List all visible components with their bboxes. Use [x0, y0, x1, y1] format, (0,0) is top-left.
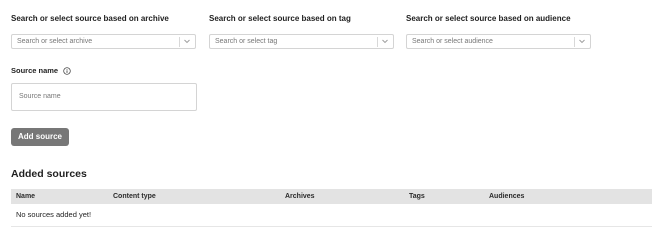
table-empty-row: No sources added yet! [11, 205, 652, 227]
chevron-down-icon[interactable] [183, 37, 191, 46]
archive-filter-label: Search or select source based on archive [11, 14, 169, 23]
archive-select-placeholder: Search or select archive [17, 38, 93, 45]
tag-select[interactable]: Search or select tag [209, 34, 394, 49]
added-sources-heading: Added sources [11, 168, 87, 180]
add-source-button[interactable]: Add source [11, 128, 69, 146]
archive-filter: Search or select source based on archive… [11, 13, 196, 49]
info-icon[interactable] [63, 67, 71, 75]
select-separator [377, 37, 378, 47]
empty-state-message: No sources added yet! [16, 210, 92, 219]
audience-filter: Search or select source based on audienc… [406, 13, 591, 49]
audience-select[interactable]: Search or select audience [406, 34, 591, 49]
column-header-archives[interactable]: Archives [285, 189, 315, 204]
source-name-label-row: Source name [11, 65, 71, 77]
column-header-tags[interactable]: Tags [409, 189, 425, 204]
column-header-content-type[interactable]: Content type [113, 189, 156, 204]
tag-filter-label: Search or select source based on tag [209, 14, 351, 23]
chevron-down-icon[interactable] [578, 37, 586, 46]
column-header-audiences[interactable]: Audiences [489, 189, 524, 204]
select-separator [179, 37, 180, 47]
tag-select-placeholder: Search or select tag [215, 38, 278, 45]
tag-filter: Search or select source based on tag Sea… [209, 13, 394, 49]
source-name-placeholder: Source name [19, 93, 61, 100]
column-header-name[interactable]: Name [16, 189, 35, 204]
sources-table-header: Name Content type Archives Tags Audience… [11, 189, 652, 204]
audience-filter-label: Search or select source based on audienc… [406, 14, 571, 23]
source-name-input[interactable]: Source name [11, 83, 197, 111]
audience-select-placeholder: Search or select audience [412, 38, 493, 45]
chevron-down-icon[interactable] [381, 37, 389, 46]
select-separator [574, 37, 575, 47]
archive-select[interactable]: Search or select archive [11, 34, 196, 49]
source-name-label: Source name [11, 66, 59, 75]
